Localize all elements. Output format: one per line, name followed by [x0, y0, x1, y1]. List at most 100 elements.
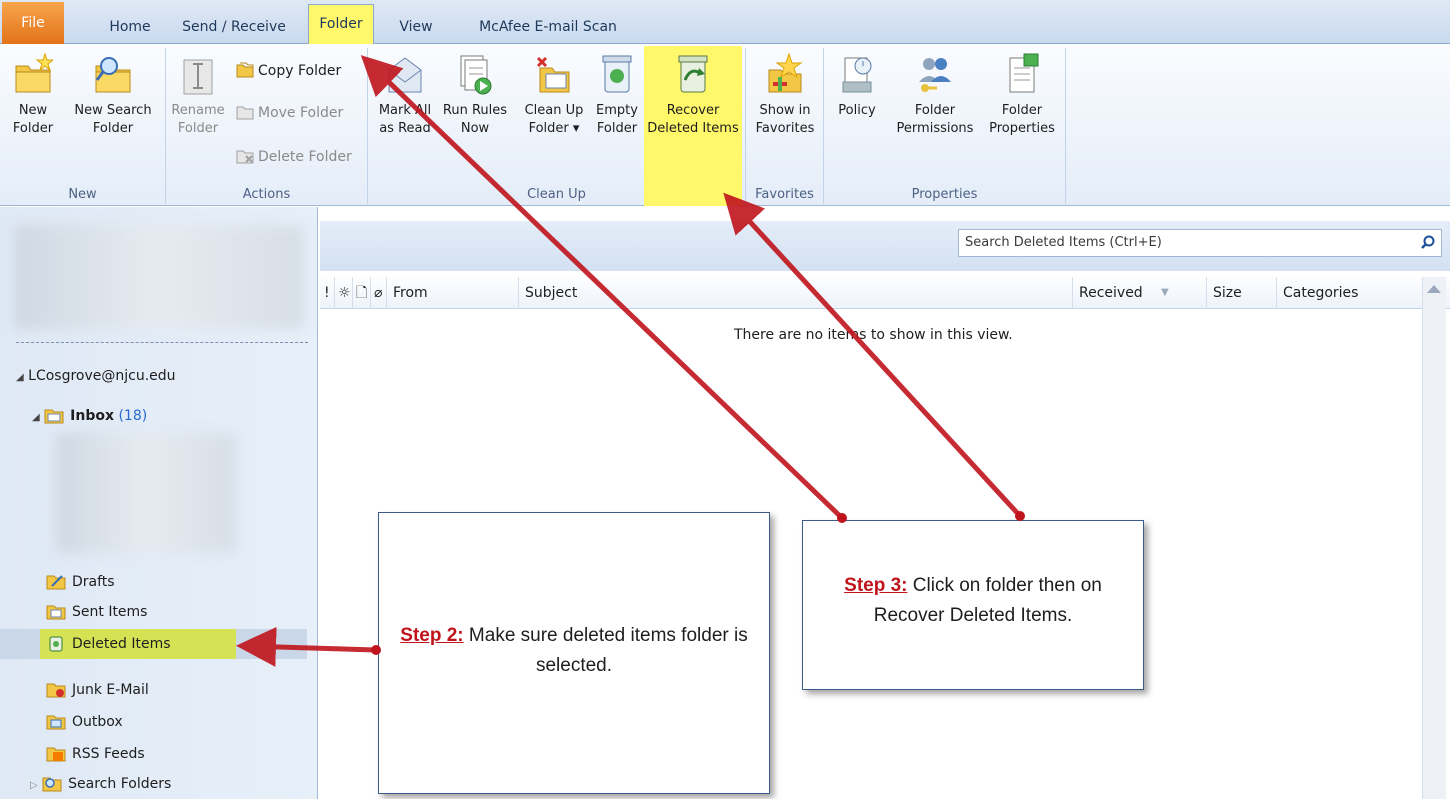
step3-callout: Step 3: Click on folder then on Recover …	[802, 520, 1144, 690]
group-actions-label: Actions	[242, 187, 291, 202]
search-folders-node[interactable]: ▷ Search Folders	[30, 771, 171, 797]
folder-permissions-button[interactable]: Folder Permissions	[890, 52, 980, 138]
rss-feeds-folder[interactable]: RSS Feeds	[46, 741, 145, 767]
scroll-up-arrow-icon[interactable]	[1427, 285, 1441, 293]
group-actions: Rename Folder Copy Folder Move Folder De…	[166, 48, 368, 204]
ribbon-tab-strip: File Home Send / Receive Folder View McA…	[0, 0, 1450, 45]
empty-view-message: There are no items to show in this view.	[734, 327, 1013, 343]
tab-mcafee-email-scan[interactable]: McAfee E-mail Scan	[464, 10, 632, 44]
deleted-items-icon	[49, 636, 63, 652]
tab-file[interactable]: File	[2, 2, 64, 44]
delete-folder-label: Delete Folder	[258, 149, 352, 165]
junk-email-folder[interactable]: Junk E-Mail	[46, 677, 149, 703]
sent-items-icon	[46, 605, 66, 620]
group-new-label: New	[68, 187, 97, 202]
inbox-folder[interactable]: ◢ Inbox (18)	[32, 403, 147, 429]
account-label: LCosgrove@njcu.edu	[28, 368, 176, 384]
clean-up-folder-button[interactable]: Clean Up Folder ▾	[514, 52, 594, 138]
policy-label: Policy	[838, 103, 876, 118]
categories-column[interactable]: Categories	[1276, 277, 1422, 309]
tab-send-receive[interactable]: Send / Receive	[176, 10, 292, 44]
run-rules-now-button[interactable]: Run Rules Now	[440, 52, 510, 138]
junk-email-label: Junk E-Mail	[72, 682, 149, 698]
outbox-label: Outbox	[72, 714, 123, 730]
run-rules-now-label: Run Rules Now	[442, 103, 508, 136]
tab-folder[interactable]: Folder	[308, 4, 374, 45]
tab-home[interactable]: Home	[98, 10, 162, 44]
vertical-scrollbar[interactable]	[1422, 277, 1446, 799]
folder-permissions-icon	[919, 58, 951, 92]
ribbon-folder: New Folder New Search Folder New Rename …	[0, 44, 1450, 206]
delete-folder-button[interactable]: Delete Folder	[236, 148, 352, 165]
importance-column[interactable]: !	[320, 277, 334, 309]
rename-folder-label: Rename Folder	[171, 103, 225, 136]
rename-folder-button[interactable]: Rename Folder	[170, 52, 226, 138]
received-column[interactable]: Received ▼	[1072, 277, 1206, 309]
mark-all-as-read-button[interactable]: Mark All as Read	[372, 52, 438, 138]
sort-descending-icon: ▼	[1161, 287, 1169, 298]
empty-folder-icon	[602, 55, 632, 93]
new-search-folder-button[interactable]: New Search Folder	[66, 52, 160, 138]
drafts-label: Drafts	[72, 574, 115, 590]
search-folders-icon	[42, 777, 62, 792]
show-in-favorites-label: Show in Favorites	[755, 103, 815, 136]
from-column[interactable]: From	[386, 277, 518, 309]
move-folder-button[interactable]: Move Folder	[236, 104, 343, 121]
inbox-collapse-icon[interactable]: ◢	[32, 412, 40, 423]
outbox-folder[interactable]: Outbox	[46, 709, 123, 735]
delete-folder-icon	[236, 150, 254, 164]
outbox-icon	[46, 715, 66, 730]
group-clean-up-label: Clean Up	[527, 187, 586, 202]
collapse-triangle-icon[interactable]: ◢	[16, 372, 24, 383]
group-favorites: Show in Favorites Favorites	[746, 48, 824, 204]
clean-up-folder-label: Clean Up Folder ▾	[524, 103, 584, 136]
recover-deleted-items-label: Recover Deleted Items	[647, 103, 739, 136]
favorites-separator	[16, 342, 308, 343]
copy-folder-label: Copy Folder	[258, 63, 342, 79]
recover-deleted-items-icon	[678, 55, 708, 93]
folder-pane: ◢ LCosgrove@njcu.edu ◢ Inbox (18) Drafts…	[0, 207, 318, 799]
blurred-inbox-subfolders	[56, 433, 236, 553]
empty-folder-button[interactable]: Empty Folder	[590, 52, 644, 138]
junk-email-icon	[46, 683, 66, 698]
recover-deleted-items-button[interactable]: Recover Deleted Items	[644, 52, 742, 138]
show-in-favorites-button[interactable]: Show in Favorites	[752, 52, 818, 138]
group-clean-up: Mark All as Read Run Rules Now Clean Up …	[368, 46, 746, 206]
search-deleted-items-input[interactable]: Search Deleted Items (Ctrl+E)	[958, 229, 1442, 257]
move-folder-label: Move Folder	[258, 105, 344, 121]
account-node[interactable]: ◢ LCosgrove@njcu.edu	[16, 363, 176, 389]
mark-all-as-read-label: Mark All as Read	[378, 103, 432, 136]
attachment-column-icon[interactable]: ⌀	[370, 277, 386, 309]
expand-triangle-icon[interactable]: ▷	[30, 780, 38, 791]
tab-view[interactable]: View	[388, 10, 444, 44]
new-folder-button[interactable]: New Folder	[8, 52, 58, 138]
subject-column[interactable]: Subject	[518, 277, 1072, 309]
inbox-label: Inbox	[70, 408, 115, 424]
folder-properties-button[interactable]: Folder Properties	[982, 52, 1062, 138]
rss-feeds-icon	[46, 747, 66, 762]
copy-folder-icon	[236, 62, 254, 78]
new-folder-label: New Folder	[12, 103, 54, 136]
group-new: New Folder New Search Folder New	[0, 48, 166, 204]
copy-folder-button[interactable]: Copy Folder	[236, 62, 341, 79]
blurred-favorites	[14, 225, 304, 329]
search-folders-label: Search Folders	[68, 776, 172, 792]
step2-text: Make sure deleted items folder is select…	[463, 625, 748, 676]
search-icon[interactable]	[1421, 235, 1435, 249]
run-rules-icon	[460, 55, 492, 95]
size-column[interactable]: Size	[1206, 277, 1276, 309]
sent-items-folder[interactable]: Sent Items	[46, 599, 147, 625]
policy-button[interactable]: Policy	[830, 52, 884, 120]
rss-feeds-label: RSS Feeds	[72, 746, 145, 762]
step2-callout: Step 2: Make sure deleted items folder i…	[378, 512, 770, 794]
deleted-items-label: Deleted Items	[72, 636, 171, 652]
group-properties-label: Properties	[911, 187, 978, 202]
search-placeholder: Search Deleted Items (Ctrl+E)	[965, 235, 1162, 250]
folder-properties-icon	[1009, 53, 1039, 93]
drafts-folder[interactable]: Drafts	[46, 569, 115, 595]
reminder-column-icon[interactable]: ☼	[334, 277, 352, 309]
item-type-column-icon[interactable]: 🗋	[352, 277, 370, 309]
group-properties: Policy Folder Permissions Folder Propert…	[824, 48, 1066, 204]
mark-all-read-icon	[388, 57, 422, 93]
deleted-items-folder[interactable]: Deleted Items	[46, 631, 171, 657]
